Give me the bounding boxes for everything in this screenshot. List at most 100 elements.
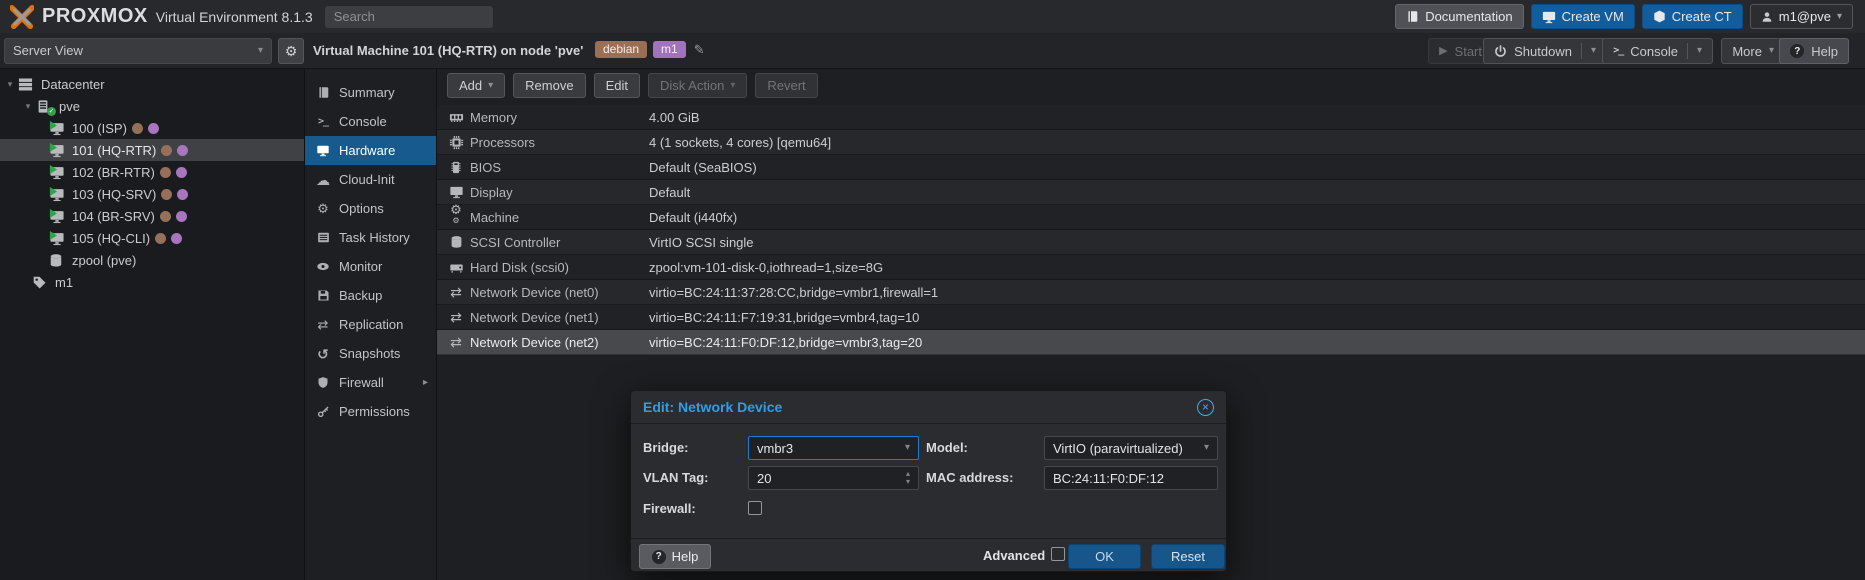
cloud-icon	[315, 173, 331, 187]
key-icon	[315, 405, 331, 418]
menu-item-monitor[interactable]: Monitor	[305, 252, 436, 281]
vlan-tag-input[interactable]: 20	[748, 466, 919, 490]
memory-icon	[447, 110, 465, 125]
network-icon	[447, 335, 465, 349]
bridge-select[interactable]: vmbr3	[748, 436, 919, 460]
display-icon	[315, 144, 331, 157]
vm-running-icon	[49, 208, 66, 224]
tag-dot-m1	[176, 167, 187, 178]
menu-item-hardware[interactable]: Hardware	[305, 136, 436, 165]
dialog-title: Edit: Network Device	[643, 399, 782, 415]
menu-item-task-history[interactable]: Task History	[305, 223, 436, 252]
table-row-memory[interactable]: Memory 4.00 GiB	[437, 105, 1865, 130]
chevron-down-icon	[488, 81, 493, 91]
shutdown-button[interactable]: Shutdown	[1483, 38, 1607, 64]
menu-item-firewall[interactable]: Firewall	[305, 368, 436, 397]
more-button[interactable]: More	[1721, 38, 1785, 64]
table-row-net2[interactable]: Network Device (net2) virtio=BC:24:11:F0…	[437, 330, 1865, 355]
user-icon	[1761, 11, 1773, 23]
table-row-hard-disk[interactable]: Hard Disk (scsi0) zpool:vm-101-disk-0,io…	[437, 255, 1865, 280]
tree-item-tag-m1[interactable]: m1	[0, 271, 304, 293]
chevron-down-icon	[1769, 46, 1774, 56]
storage-icon	[49, 252, 66, 268]
menu-item-backup[interactable]: Backup	[305, 281, 436, 310]
tree-item-vm-102[interactable]: 102 (BR-RTR)	[0, 161, 304, 183]
add-button[interactable]: Add	[447, 73, 505, 98]
menu-item-snapshots[interactable]: Snapshots	[305, 339, 436, 368]
menu-item-console[interactable]: Console	[305, 107, 436, 136]
tree-item-vm-103[interactable]: 103 (HQ-SRV)	[0, 183, 304, 205]
model-label: Model:	[926, 436, 968, 460]
firewall-checkbox[interactable]	[748, 501, 762, 515]
power-icon	[1494, 45, 1507, 58]
search-input[interactable]	[325, 6, 493, 28]
tag-dot-m1	[177, 189, 188, 200]
chevron-down-icon	[1697, 46, 1702, 56]
view-mode-select[interactable]: Server View	[4, 38, 272, 64]
table-row-net1[interactable]: Network Device (net1) virtio=BC:24:11:F7…	[437, 305, 1865, 330]
bridge-label: Bridge:	[643, 436, 689, 460]
tree-item-vm-101[interactable]: 101 (HQ-RTR)	[0, 139, 304, 161]
number-spinner[interactable]	[906, 470, 910, 486]
table-row-bios[interactable]: BIOS Default (SeaBIOS)	[437, 155, 1865, 180]
edit-button[interactable]: Edit	[594, 73, 640, 98]
tag-dot-debian	[161, 189, 172, 200]
documentation-button[interactable]: Documentation	[1395, 4, 1523, 29]
tree-item-vm-100[interactable]: 100 (ISP)	[0, 117, 304, 139]
close-icon[interactable]	[1197, 399, 1214, 416]
table-row-net0[interactable]: Network Device (net0) virtio=BC:24:11:37…	[437, 280, 1865, 305]
help-button[interactable]: ? Help	[1779, 38, 1849, 64]
tag-icon	[32, 274, 49, 290]
page-title: Virtual Machine 101 (HQ-RTR) on node 'pv…	[313, 33, 583, 69]
reset-button[interactable]: Reset	[1151, 544, 1225, 569]
terminal-icon	[1613, 46, 1623, 56]
menu-item-options[interactable]: Options	[305, 194, 436, 223]
menu-item-summary[interactable]: Summary	[305, 78, 436, 107]
scsi-controller-icon	[447, 235, 465, 249]
disk-action-button[interactable]: Disk Action	[648, 73, 747, 98]
create-vm-button[interactable]: Create VM	[1531, 4, 1635, 29]
tree-item-pve[interactable]: ✓ pve	[0, 95, 304, 117]
question-icon: ?	[1790, 44, 1804, 58]
view-settings-button[interactable]	[278, 38, 304, 64]
menu-item-replication[interactable]: Replication	[305, 310, 436, 339]
chevron-down-icon[interactable]	[4, 80, 16, 89]
table-row-scsi-controller[interactable]: SCSI Controller VirtIO SCSI single	[437, 230, 1865, 255]
table-row-display[interactable]: Display Default	[437, 180, 1865, 205]
vm-running-icon	[49, 120, 66, 136]
vlan-tag-label: VLAN Tag:	[643, 466, 708, 490]
cpu-icon	[447, 135, 465, 150]
vm-running-icon	[49, 164, 66, 180]
console-button[interactable]: Console	[1602, 38, 1713, 64]
firewall-label: Firewall:	[643, 497, 696, 521]
ok-button[interactable]: OK	[1068, 544, 1141, 569]
tree-item-vm-105[interactable]: 105 (HQ-CLI)	[0, 227, 304, 249]
revert-button[interactable]: Revert	[755, 73, 817, 98]
create-ct-button[interactable]: Create CT	[1642, 4, 1743, 29]
remove-button[interactable]: Remove	[513, 73, 585, 98]
history-icon	[315, 347, 331, 361]
edit-tags-pencil-icon[interactable]	[694, 43, 705, 56]
chevron-down-icon[interactable]	[22, 102, 34, 111]
tag-dot-m1	[176, 211, 187, 222]
datacenter-icon	[18, 76, 35, 92]
table-row-processors[interactable]: Processors 4 (1 sockets, 4 cores) [qemu6…	[437, 130, 1865, 155]
table-row-machine[interactable]: Machine Default (i440fx)	[437, 205, 1865, 230]
menu-item-cloud-init[interactable]: Cloud-Init	[305, 165, 436, 194]
display-icon	[447, 185, 465, 199]
mac-address-input[interactable]: BC:24:11:F0:DF:12	[1044, 466, 1218, 490]
dialog-help-button[interactable]: ? Help	[639, 544, 711, 569]
menu-item-permissions[interactable]: Permissions	[305, 397, 436, 426]
edit-network-device-dialog: Edit: Network Device Bridge: vmbr3 Model…	[630, 390, 1227, 572]
dialog-footer: ? Help Advanced OK Reset	[631, 538, 1226, 571]
model-select[interactable]: VirtIO (paravirtualized)	[1044, 436, 1218, 460]
proxmox-logo-icon	[10, 5, 34, 29]
tree-item-datacenter[interactable]: Datacenter	[0, 73, 304, 95]
terminal-icon	[315, 117, 331, 127]
tree-item-storage-zpool[interactable]: zpool (pve)	[0, 249, 304, 271]
advanced-label: Advanced	[983, 548, 1045, 563]
user-menu-button[interactable]: m1@pve	[1750, 4, 1853, 29]
advanced-checkbox[interactable]	[1051, 547, 1065, 561]
mac-address-label: MAC address:	[926, 466, 1013, 490]
tree-item-vm-104[interactable]: 104 (BR-SRV)	[0, 205, 304, 227]
